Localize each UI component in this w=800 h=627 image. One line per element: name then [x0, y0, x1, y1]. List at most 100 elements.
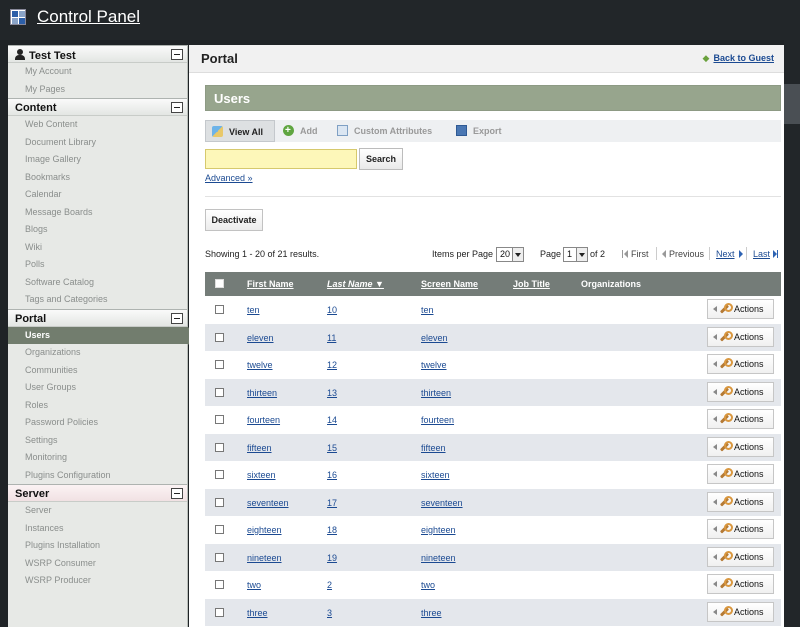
sidebar-item-message-boards[interactable]: Message Boards: [8, 204, 187, 222]
sidebar-item-plugins-installation[interactable]: Plugins Installation: [8, 537, 187, 555]
sidebar-item-settings[interactable]: Settings: [8, 432, 187, 450]
column-job-title[interactable]: Job Title: [513, 279, 550, 289]
sidebar-item-image-gallery[interactable]: Image Gallery: [8, 151, 187, 169]
first-name-link[interactable]: three: [247, 608, 268, 618]
row-checkbox[interactable]: [215, 552, 224, 562]
row-checkbox[interactable]: [215, 415, 224, 424]
row-checkbox[interactable]: [215, 470, 224, 479]
actions-button[interactable]: Actions: [707, 409, 774, 429]
row-checkbox[interactable]: [215, 580, 224, 589]
screen-name-link[interactable]: sixteen: [421, 470, 450, 480]
sidebar-item-organizations[interactable]: Organizations: [8, 344, 187, 362]
actions-button[interactable]: Actions: [707, 574, 774, 594]
last-name-link[interactable]: 16: [327, 470, 337, 480]
sidebar-item-document-library[interactable]: Document Library: [8, 134, 187, 152]
collapse-toggle-icon[interactable]: [171, 102, 183, 113]
first-page-link[interactable]: First: [622, 249, 649, 259]
actions-button[interactable]: Actions: [707, 464, 774, 484]
first-name-link[interactable]: eleven: [247, 333, 274, 343]
advanced-search-link[interactable]: Advanced »: [205, 173, 253, 183]
sidebar-item-software-catalog[interactable]: Software Catalog: [8, 274, 187, 292]
column-first-name[interactable]: First Name: [247, 279, 294, 289]
last-name-link[interactable]: 2: [327, 580, 332, 590]
last-name-link[interactable]: 15: [327, 443, 337, 453]
row-checkbox[interactable]: [215, 305, 224, 314]
row-checkbox[interactable]: [215, 387, 224, 397]
column-last-name[interactable]: Last Name ▼: [327, 279, 384, 289]
last-name-link[interactable]: 10: [327, 305, 337, 315]
sidebar-item-users[interactable]: Users: [8, 326, 196, 344]
search-input[interactable]: [205, 149, 357, 169]
actions-button[interactable]: Actions: [707, 491, 774, 512]
row-checkbox[interactable]: [215, 525, 224, 534]
sidebar-item-server[interactable]: Server: [8, 502, 187, 520]
last-name-link[interactable]: 18: [327, 525, 337, 535]
sidebar-item-my-account[interactable]: My Account: [8, 63, 187, 81]
sidebar-item-blogs[interactable]: Blogs: [8, 221, 187, 239]
last-name-link[interactable]: 19: [327, 553, 337, 563]
screen-name-link[interactable]: ten: [421, 305, 434, 315]
last-name-link[interactable]: 14: [327, 415, 337, 425]
sidebar-item-polls[interactable]: Polls: [8, 256, 187, 274]
sidebar-item-plugins-configuration[interactable]: Plugins Configuration: [8, 467, 187, 485]
actions-button[interactable]: Actions: [707, 519, 774, 539]
first-name-link[interactable]: seventeen: [247, 498, 289, 508]
sidebar-item-tags-and-categories[interactable]: Tags and Categories: [8, 291, 187, 309]
screen-name-link[interactable]: nineteen: [421, 553, 456, 563]
sidebar-item-wsrp-consumer[interactable]: WSRP Consumer: [8, 555, 187, 573]
first-name-link[interactable]: nineteen: [247, 553, 282, 563]
screen-name-link[interactable]: eighteen: [421, 525, 456, 535]
back-to-guest-link[interactable]: ◆ Back to Guest: [703, 53, 774, 64]
screen-name-link[interactable]: seventeen: [421, 498, 463, 508]
row-checkbox[interactable]: [215, 332, 224, 342]
screen-name-link[interactable]: two: [421, 580, 435, 590]
row-checkbox[interactable]: [215, 442, 224, 452]
sidebar-item-monitoring[interactable]: Monitoring: [8, 449, 187, 467]
sidebar-item-instances[interactable]: Instances: [8, 520, 187, 538]
first-name-link[interactable]: two: [247, 580, 261, 590]
sidebar-section-content[interactable]: Content: [8, 98, 187, 116]
previous-page-link[interactable]: Previous: [662, 249, 704, 259]
first-name-link[interactable]: sixteen: [247, 470, 276, 480]
last-name-link[interactable]: 17: [327, 498, 337, 508]
next-page-link[interactable]: Next: [716, 249, 743, 259]
actions-button[interactable]: Actions: [707, 326, 774, 347]
control-panel-title[interactable]: Control Panel: [37, 7, 140, 27]
tab-add[interactable]: Add: [283, 120, 318, 142]
sidebar-item-calendar[interactable]: Calendar: [8, 186, 187, 204]
last-name-link[interactable]: 12: [327, 360, 337, 370]
last-name-link[interactable]: 13: [327, 388, 337, 398]
sidebar-item-wsrp-producer[interactable]: WSRP Producer: [8, 572, 187, 590]
screen-name-link[interactable]: fifteen: [421, 443, 446, 453]
sidebar-item-user-groups[interactable]: User Groups: [8, 379, 187, 397]
tab-view-all[interactable]: View All: [205, 120, 275, 142]
last-name-link[interactable]: 3: [327, 608, 332, 618]
actions-button[interactable]: Actions: [707, 299, 774, 319]
select-all-checkbox[interactable]: [215, 279, 224, 288]
screen-name-link[interactable]: twelve: [421, 360, 447, 370]
items-per-page-select[interactable]: 20: [496, 247, 524, 262]
sidebar-section-portal[interactable]: Portal: [8, 308, 187, 327]
collapse-toggle-icon[interactable]: [171, 49, 183, 60]
first-name-link[interactable]: eighteen: [247, 525, 282, 535]
search-button[interactable]: Search: [359, 148, 403, 170]
first-name-link[interactable]: twelve: [247, 360, 273, 370]
screen-name-link[interactable]: fourteen: [421, 415, 454, 425]
sidebar-item-wiki[interactable]: Wiki: [8, 239, 187, 257]
tab-custom-attributes[interactable]: Custom Attributes: [337, 120, 432, 142]
row-checkbox[interactable]: [215, 497, 224, 507]
sidebar-item-roles[interactable]: Roles: [8, 397, 187, 415]
deactivate-button[interactable]: Deactivate: [205, 209, 263, 231]
screen-name-link[interactable]: three: [421, 608, 442, 618]
column-screen-name[interactable]: Screen Name: [421, 279, 478, 289]
sidebar-item-password-policies[interactable]: Password Policies: [8, 414, 187, 432]
actions-button[interactable]: Actions: [707, 601, 774, 622]
row-checkbox[interactable]: [215, 360, 224, 369]
actions-button[interactable]: Actions: [707, 546, 774, 567]
sidebar-item-bookmarks[interactable]: Bookmarks: [8, 169, 187, 187]
first-name-link[interactable]: fourteen: [247, 415, 280, 425]
sidebar-section-server[interactable]: Server: [8, 484, 187, 502]
tab-export[interactable]: Export: [456, 120, 502, 142]
page-select[interactable]: 1: [563, 247, 588, 262]
screen-name-link[interactable]: thirteen: [421, 388, 451, 398]
